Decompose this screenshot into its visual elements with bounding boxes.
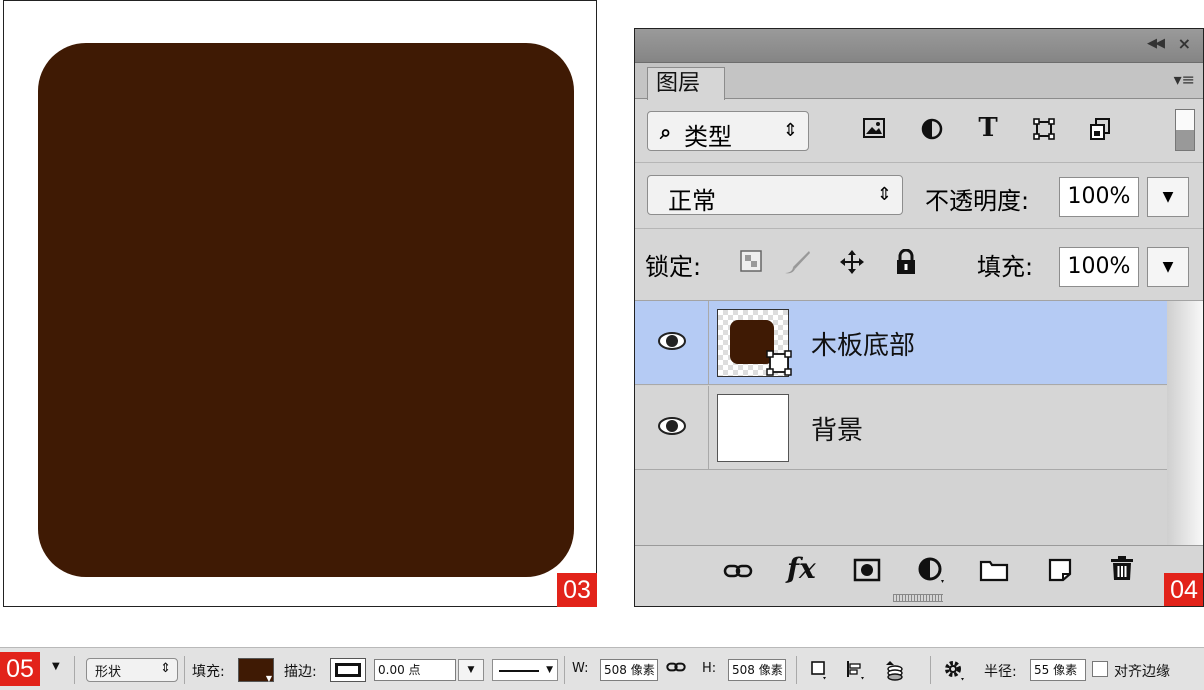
width-input[interactable]: 508 像素 <box>600 659 658 681</box>
image-filter-icon[interactable] <box>859 117 889 145</box>
height-input[interactable]: 508 像素 <box>728 659 786 681</box>
width-label: W: <box>572 661 589 676</box>
align-edges-label: 对齐边缘 <box>1114 664 1170 680</box>
filter-type-label: 类型 <box>684 123 732 151</box>
step-badge: 05 <box>0 652 40 686</box>
stroke-width-input[interactable]: 0.00 点 <box>374 659 456 681</box>
chevron-down-icon: ▼ <box>1162 259 1174 275</box>
updown-arrows-icon: ⇕ <box>876 184 892 205</box>
lock-image-pixels-brush-icon[interactable] <box>783 249 811 281</box>
adjustment-filter-icon[interactable] <box>917 117 947 147</box>
layer-row[interactable]: 木板底部 <box>635 301 1167 385</box>
lock-label: 锁定: <box>645 253 702 281</box>
trash-icon[interactable] <box>1109 554 1135 589</box>
link-icon[interactable] <box>723 558 753 588</box>
chevron-down-icon: ▼ <box>1162 189 1174 205</box>
link-icon[interactable] <box>666 660 686 678</box>
stroke-width-dropdown[interactable]: ▼ <box>458 659 484 681</box>
new-layer-icon[interactable] <box>1047 558 1073 589</box>
radius-label: 半径: <box>984 664 1017 680</box>
layer-thumbnail[interactable] <box>717 309 792 377</box>
opacity-dropdown-button[interactable]: ▼ <box>1147 177 1189 217</box>
panel-resize-grip[interactable] <box>893 594 943 602</box>
step-badge: 04 <box>1164 573 1203 606</box>
stroke-type-select[interactable]: ▼ <box>492 659 558 681</box>
updown-arrows-icon: ⇕ <box>782 120 798 141</box>
fill-label: 填充: <box>977 253 1034 281</box>
fill-color-swatch[interactable]: ▼ <box>238 658 274 683</box>
separator <box>74 656 75 684</box>
filter-toggle-switch[interactable] <box>1175 109 1195 151</box>
layer-name[interactable]: 背景 <box>811 410 863 447</box>
panel-titlebar[interactable]: ◀◀ × <box>635 29 1203 63</box>
layer-row[interactable]: 背景 <box>635 386 1167 470</box>
vector-shape-badge-icon <box>766 350 792 376</box>
layer-list-scrollbar[interactable] <box>1167 301 1203 545</box>
separator <box>930 656 931 684</box>
lock-row: 锁定: 填充: 100% ▼ <box>635 229 1203 301</box>
lock-all-padlock-icon[interactable] <box>895 248 917 281</box>
adjustment-icon[interactable] <box>917 556 945 591</box>
panel-menu-icon[interactable]: ▾≡ <box>1174 70 1195 89</box>
separator <box>564 656 565 684</box>
layer-name[interactable]: 木板底部 <box>811 325 915 362</box>
document-canvas[interactable]: 03 <box>3 0 597 607</box>
tab-layers[interactable]: 图层 <box>647 67 725 100</box>
chevron-down-icon: ▼ <box>546 665 553 675</box>
shape-filter-icon[interactable] <box>1029 117 1059 147</box>
layer-filter-row: ⌕ 类型 ⇕ T <box>635 99 1203 163</box>
close-icon[interactable]: × <box>1178 34 1191 53</box>
path-alignment-icon[interactable] <box>846 660 866 684</box>
stroke-line-preview <box>499 670 539 672</box>
align-edges-checkbox[interactable] <box>1092 661 1108 677</box>
rounded-rectangle-shape[interactable] <box>38 43 574 577</box>
eye-icon[interactable] <box>657 416 687 436</box>
mask-icon[interactable] <box>853 558 881 589</box>
opacity-label: 不透明度: <box>925 187 1030 215</box>
tool-options-bar: 05 ▼ 形状 ⇕ 填充: ▼ 描边: 0.00 点 ▼ ▼ W: 508 像素… <box>0 647 1204 690</box>
visibility-cell[interactable] <box>635 386 709 470</box>
smart-object-filter-icon[interactable] <box>1085 117 1115 147</box>
lock-transparent-pixels-icon[interactable] <box>739 249 763 279</box>
panel-footer: fx <box>635 545 1203 606</box>
layer-list: 木板底部 背景 <box>635 301 1203 545</box>
fx-icon[interactable]: fx <box>787 552 816 585</box>
gear-icon[interactable] <box>942 658 966 686</box>
search-icon: ⌕ <box>660 120 672 144</box>
double-chevron-left-icon[interactable]: ◀◀ <box>1147 36 1165 51</box>
chevron-down-icon[interactable]: ▼ <box>52 661 60 672</box>
tool-mode-value: 形状 <box>95 665 122 680</box>
updown-arrows-icon: ⇕ <box>160 661 171 676</box>
layers-panel: ◀◀ × 图层 ▾≡ ⌕ 类型 ⇕ T 正常 ⇕ 不透明度: 100% ▼ 锁定… <box>634 28 1204 607</box>
layer-thumbnail[interactable] <box>717 394 789 462</box>
stroke-preview <box>335 663 361 677</box>
blend-mode-select[interactable]: 正常 ⇕ <box>647 175 903 215</box>
radius-input[interactable]: 55 像素 <box>1030 659 1086 681</box>
separator <box>796 656 797 684</box>
stroke-label: 描边: <box>284 664 317 680</box>
separator <box>184 656 185 684</box>
stroke-color-swatch[interactable] <box>330 658 366 682</box>
filter-type-select[interactable]: ⌕ 类型 ⇕ <box>647 111 809 151</box>
path-operations-icon[interactable] <box>810 660 828 684</box>
panel-tab-strip: 图层 ▾≡ <box>635 63 1203 100</box>
visibility-cell[interactable] <box>635 301 709 385</box>
path-arrangement-icon[interactable] <box>882 659 904 685</box>
tool-mode-select[interactable]: 形状 ⇕ <box>86 658 178 682</box>
chevron-down-icon: ▼ <box>467 665 475 675</box>
opacity-input[interactable]: 100% <box>1059 177 1139 217</box>
fill-dropdown-button[interactable]: ▼ <box>1147 247 1189 287</box>
chevron-down-icon: ▼ <box>265 674 272 683</box>
type-filter-icon[interactable]: T <box>973 113 1003 143</box>
blend-mode-value: 正常 <box>668 187 716 215</box>
step-badge: 03 <box>557 573 597 607</box>
fill-label: 填充: <box>192 664 225 680</box>
folder-icon[interactable] <box>979 558 1009 589</box>
eye-icon[interactable] <box>657 331 687 351</box>
blend-row: 正常 ⇕ 不透明度: 100% ▼ <box>635 163 1203 229</box>
height-label: H: <box>702 661 717 676</box>
lock-position-move-icon[interactable] <box>839 249 865 281</box>
fill-input[interactable]: 100% <box>1059 247 1139 287</box>
